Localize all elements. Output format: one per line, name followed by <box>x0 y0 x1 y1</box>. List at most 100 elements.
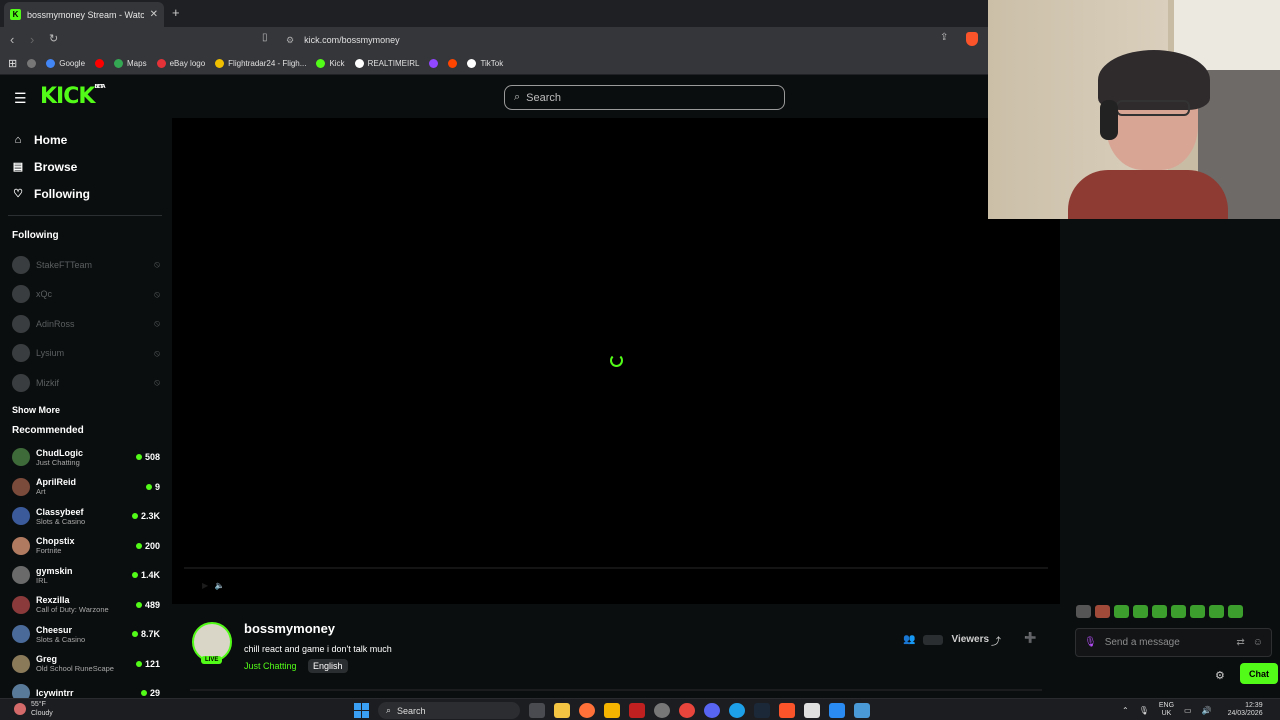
menu-icon[interactable]: ☰ <box>14 90 27 107</box>
share-icon[interactable]: ⤴ <box>991 633 1001 648</box>
recommended-item[interactable]: Chopstix Fortnite 200 <box>0 531 170 561</box>
nav-home[interactable]: ⌂ Home <box>12 126 170 153</box>
volume-icon[interactable]: 🔊 <box>1202 706 1212 715</box>
emote[interactable] <box>1076 605 1091 618</box>
kick-logo[interactable]: KICKBETA <box>40 84 106 109</box>
channel-category: IRL <box>36 575 48 585</box>
search-input[interactable]: ⌕ Search <box>504 85 785 110</box>
follow-icon[interactable]: ➕ <box>1024 633 1036 644</box>
app-icon[interactable] <box>854 703 870 718</box>
emoji-icon[interactable]: ☺ <box>1253 637 1263 648</box>
apps-grid-icon[interactable]: ⊞ <box>8 57 17 70</box>
emote[interactable] <box>1152 605 1167 618</box>
mic-tray-icon[interactable]: 🎙 <box>1139 706 1149 715</box>
heart-icon: ♡ <box>13 188 23 200</box>
reload-icon[interactable]: ↻ <box>49 32 58 45</box>
following-item[interactable]: StakeFTTeam ⦸ <box>0 250 170 280</box>
windows-start-icon[interactable] <box>354 703 369 718</box>
channel-avatar <box>12 344 30 363</box>
chat-input[interactable]: 🎙 Send a message ⇄ ☺ <box>1075 628 1272 657</box>
following-item[interactable]: Lysium ⦸ <box>0 339 170 369</box>
taskbar-search[interactable]: ⌕ Search <box>378 702 520 719</box>
bookmark-item[interactable]: eBay logo <box>156 59 205 68</box>
microphone-icon[interactable]: 🎙 <box>1084 637 1097 648</box>
browser-tab[interactable]: K bossmymoney Stream - Watch L ✕ <box>4 2 164 27</box>
bookmark-item[interactable] <box>448 59 458 68</box>
following-item[interactable]: AdinRoss ⦸ <box>0 309 170 339</box>
edge-icon[interactable] <box>729 703 745 718</box>
recommended-item[interactable]: AprilReid Art 9 <box>0 472 170 502</box>
recommended-item[interactable]: Cheesur Slots & Casino 8.7K <box>0 620 170 650</box>
bookmark-item[interactable]: Maps <box>114 59 147 68</box>
recommended-item[interactable]: ChudLogic Just Chatting 508 <box>0 443 170 473</box>
viewer-count: 2.3K <box>131 511 160 521</box>
chat-send-button[interactable]: Chat <box>1240 663 1278 684</box>
channel-name: AprilReid <box>36 477 77 488</box>
bookmark-item[interactable]: Flightradar24 - Fligh... <box>215 59 306 68</box>
app-icon[interactable] <box>629 703 645 718</box>
bookmark-item[interactable]: Google <box>46 59 85 68</box>
following-item[interactable]: xQc ⦸ <box>0 280 170 310</box>
back-icon[interactable]: ‹ <box>10 32 14 47</box>
nav-browse[interactable]: ▤ Browse <box>12 153 170 180</box>
language-indicator[interactable]: ENG UK <box>1159 702 1174 718</box>
brave-shields-icon[interactable] <box>966 32 978 46</box>
network-icon[interactable]: ▭ <box>1184 706 1192 715</box>
url-field[interactable]: ⚙ kick.com/bossmymoney <box>286 31 400 49</box>
brave-icon[interactable] <box>779 703 795 718</box>
nav-following[interactable]: ♡ Following <box>12 180 170 207</box>
discord-icon[interactable] <box>704 703 720 718</box>
recommended-item[interactable]: gymskin IRL 1.4K <box>0 561 170 591</box>
taskbar-apps: ⌕ Search <box>354 702 870 719</box>
close-tab-icon[interactable]: ✕ <box>150 9 158 20</box>
streamer-name[interactable]: bossmymoney <box>244 621 335 636</box>
bookmark-item[interactable] <box>429 59 439 68</box>
logo-beta: BETA <box>94 84 105 90</box>
task-view-icon[interactable] <box>529 703 545 718</box>
nav-label: Browse <box>34 159 78 174</box>
following-item[interactable]: Mizkif ⦸ <box>0 368 170 398</box>
bookmark-item[interactable]: TikTok <box>467 59 503 68</box>
channel-avatar <box>12 595 30 614</box>
store-icon[interactable] <box>804 703 820 718</box>
emote[interactable] <box>1114 605 1129 618</box>
bookmark-item[interactable] <box>95 59 105 68</box>
rockstar-icon[interactable] <box>604 703 620 718</box>
language-tag[interactable]: English <box>308 659 348 673</box>
emote[interactable] <box>1171 605 1186 618</box>
stream-category[interactable]: Just Chatting <box>244 661 297 671</box>
forward-icon[interactable]: › <box>30 32 34 47</box>
firefox-icon[interactable] <box>579 703 595 718</box>
bookmark-item[interactable] <box>27 59 37 68</box>
copilot-icon[interactable] <box>829 703 845 718</box>
bookmark-item[interactable]: REALTIMEIRL <box>354 59 419 68</box>
chevron-up-icon[interactable]: ⌃ <box>1122 706 1129 715</box>
share-page-icon[interactable]: ⇪ <box>940 32 948 43</box>
emote[interactable] <box>1133 605 1148 618</box>
app-icon[interactable] <box>654 703 670 718</box>
show-more-link[interactable]: Show More <box>0 398 170 423</box>
live-dot-icon <box>145 483 152 490</box>
bookmark-item[interactable]: Kick <box>316 59 345 68</box>
emote[interactable] <box>1228 605 1243 618</box>
emote[interactable] <box>1095 605 1110 618</box>
progress-bar[interactable] <box>184 567 1048 569</box>
emote[interactable] <box>1190 605 1205 618</box>
chrome-icon[interactable] <box>679 703 695 718</box>
file-explorer-icon[interactable] <box>554 703 570 718</box>
site-info-icon[interactable]: ⚙ <box>286 35 294 46</box>
recommended-item[interactable]: Greg Old School RuneScape 121 <box>0 649 170 679</box>
steam-icon[interactable] <box>754 703 770 718</box>
weather-widget[interactable]: 55°F Cloudy <box>14 700 53 718</box>
new-tab-button[interactable]: + <box>172 5 180 20</box>
bookmark-icon[interactable]: ▯ <box>262 32 268 43</box>
translate-icon[interactable]: ⇄ <box>1236 637 1244 648</box>
channel-avatar <box>12 566 30 585</box>
emote[interactable] <box>1209 605 1224 618</box>
video-player[interactable]: ▶ 🔈 <box>172 118 1060 604</box>
recommended-item[interactable]: Classybeef Slots & Casino 2.3K <box>0 502 170 532</box>
clock[interactable]: 12:39 24/03/2026 <box>1228 702 1263 718</box>
chat-settings-gear-icon[interactable]: ⚙ <box>1215 669 1225 682</box>
sidebar-divider <box>8 215 162 216</box>
recommended-item[interactable]: Rexzilla Call of Duty: Warzone 489 <box>0 590 170 620</box>
